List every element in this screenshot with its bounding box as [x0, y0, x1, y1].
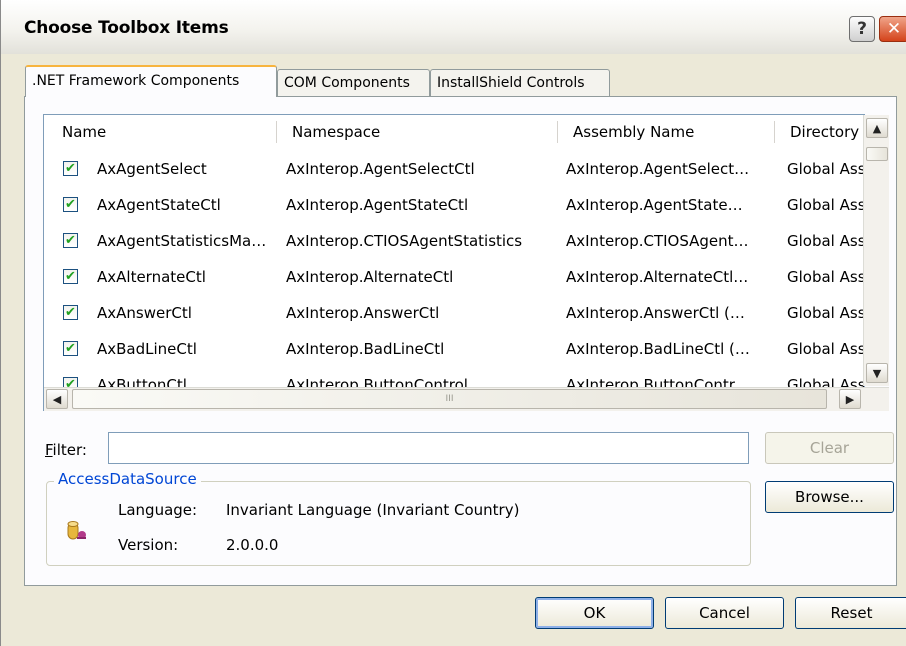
vertical-scrollbar[interactable]: ▲ ▼ [863, 115, 889, 386]
filter-label-rest: ilter: [52, 441, 87, 459]
item-directory: Global Ass [787, 232, 864, 250]
list-item[interactable]: ✔ AxAnswerCtl AxInterop.AnswerCtl AxInte… [44, 295, 864, 331]
filter-label: Filter: [45, 441, 87, 459]
item-checkbox[interactable]: ✔ [63, 305, 78, 320]
scroll-right-icon[interactable]: ▶ [839, 389, 861, 409]
scroll-down-icon[interactable]: ▼ [866, 363, 888, 383]
scroll-left-icon[interactable]: ◀ [46, 389, 68, 409]
close-button[interactable]: ✕ [879, 16, 906, 42]
item-namespace: AxInterop.BadLineCtl [286, 340, 445, 358]
item-namespace: AxInterop.AlternateCtl [286, 268, 454, 286]
item-checkbox[interactable]: ✔ [63, 197, 78, 212]
item-assembly-name: AxInterop.AgentSelect… [566, 160, 750, 178]
item-directory: Global Ass [787, 304, 864, 322]
language-value: Invariant Language (Invariant Country) [226, 501, 520, 519]
item-name: AxAgentStateCtl [97, 196, 221, 214]
item-namespace: AxInterop.AgentStateCtl [286, 196, 469, 214]
selected-component-name: AccessDataSource [54, 470, 201, 488]
item-assembly-name: AxInterop.AlternateCtl… [566, 268, 749, 286]
item-assembly-name: AxInterop.AnswerCtl (… [566, 304, 745, 322]
assembly-component-icon [67, 521, 86, 540]
filter-input[interactable] [108, 432, 749, 464]
item-name: AxAgentStatisticsMa… [97, 232, 267, 250]
item-assembly-name: AxInterop.CTIOSAgent… [566, 232, 749, 250]
choose-toolbox-items-dialog: Choose Toolbox Items ? ✕ .NET Framework … [0, 0, 906, 646]
clear-button[interactable]: Clear [765, 432, 894, 464]
reset-button[interactable]: Reset [795, 597, 906, 629]
item-assembly-name: AxInterop.AgentState… [566, 196, 743, 214]
title-bar[interactable]: Choose Toolbox Items ? ✕ [1, 0, 906, 54]
list-item[interactable]: ✔ AxAgentStateCtl AxInterop.AgentStateCt… [44, 187, 864, 223]
tab-com-components[interactable]: COM Components [277, 69, 430, 97]
vertical-scroll-thumb[interactable] [866, 147, 888, 161]
dialog-title: Choose Toolbox Items [24, 18, 229, 38]
item-checkbox[interactable]: ✔ [63, 161, 78, 176]
column-header-name[interactable]: Name [44, 115, 276, 149]
column-header-directory[interactable]: Directory [772, 115, 864, 149]
horizontal-scroll-thumb[interactable]: III [72, 389, 827, 409]
item-assembly-name: AxInterop.BadLineCtl (… [566, 340, 750, 358]
item-namespace: AxInterop.AgentSelectCtl [286, 160, 475, 178]
tab-net-framework-components[interactable]: .NET Framework Components [25, 65, 277, 97]
item-checkbox[interactable]: ✔ [63, 233, 78, 248]
horizontal-scrollbar[interactable]: ◀ III ▶ [44, 387, 889, 411]
column-header-assembly-name[interactable]: Assembly Name [555, 115, 774, 149]
item-name: AxAlternateCtl [97, 268, 206, 286]
item-name: AxBadLineCtl [97, 340, 197, 358]
tab-installshield-controls[interactable]: InstallShield Controls [430, 69, 610, 97]
list-item[interactable]: ✔ AxBadLineCtl AxInterop.BadLineCtl AxIn… [44, 331, 864, 367]
item-checkbox[interactable]: ✔ [63, 269, 78, 284]
help-button[interactable]: ? [849, 16, 875, 42]
item-namespace: AxInterop.AnswerCtl [286, 304, 440, 322]
item-name: AxAnswerCtl [97, 304, 192, 322]
components-list[interactable]: Name Namespace Assembly Name Directory ✔… [43, 114, 865, 411]
column-header-namespace[interactable]: Namespace [274, 115, 557, 149]
item-directory: Global Ass [787, 160, 864, 178]
version-value: 2.0.0.0 [226, 536, 279, 554]
item-directory: Global Ass [787, 340, 864, 358]
list-item[interactable]: ✔ AxAgentSelect AxInterop.AgentSelectCtl… [44, 151, 864, 187]
ok-button[interactable]: OK [535, 597, 654, 629]
item-checkbox[interactable]: ✔ [63, 341, 78, 356]
scroll-up-icon[interactable]: ▲ [866, 118, 888, 138]
language-label: Language: [118, 501, 198, 519]
list-item[interactable]: ✔ AxAlternateCtl AxInterop.AlternateCtl … [44, 259, 864, 295]
cancel-button[interactable]: Cancel [665, 597, 784, 629]
list-item[interactable]: ✔ AxAgentStatisticsMa… AxInterop.CTIOSAg… [44, 223, 864, 259]
item-namespace: AxInterop.CTIOSAgentStatistics [286, 232, 523, 250]
filter-label-mnemonic: F [45, 441, 53, 459]
browse-button[interactable]: Browse... [765, 481, 894, 513]
item-directory: Global Ass [787, 268, 864, 286]
item-name: AxAgentSelect [97, 160, 207, 178]
version-label: Version: [118, 536, 179, 554]
item-directory: Global Ass [787, 196, 864, 214]
